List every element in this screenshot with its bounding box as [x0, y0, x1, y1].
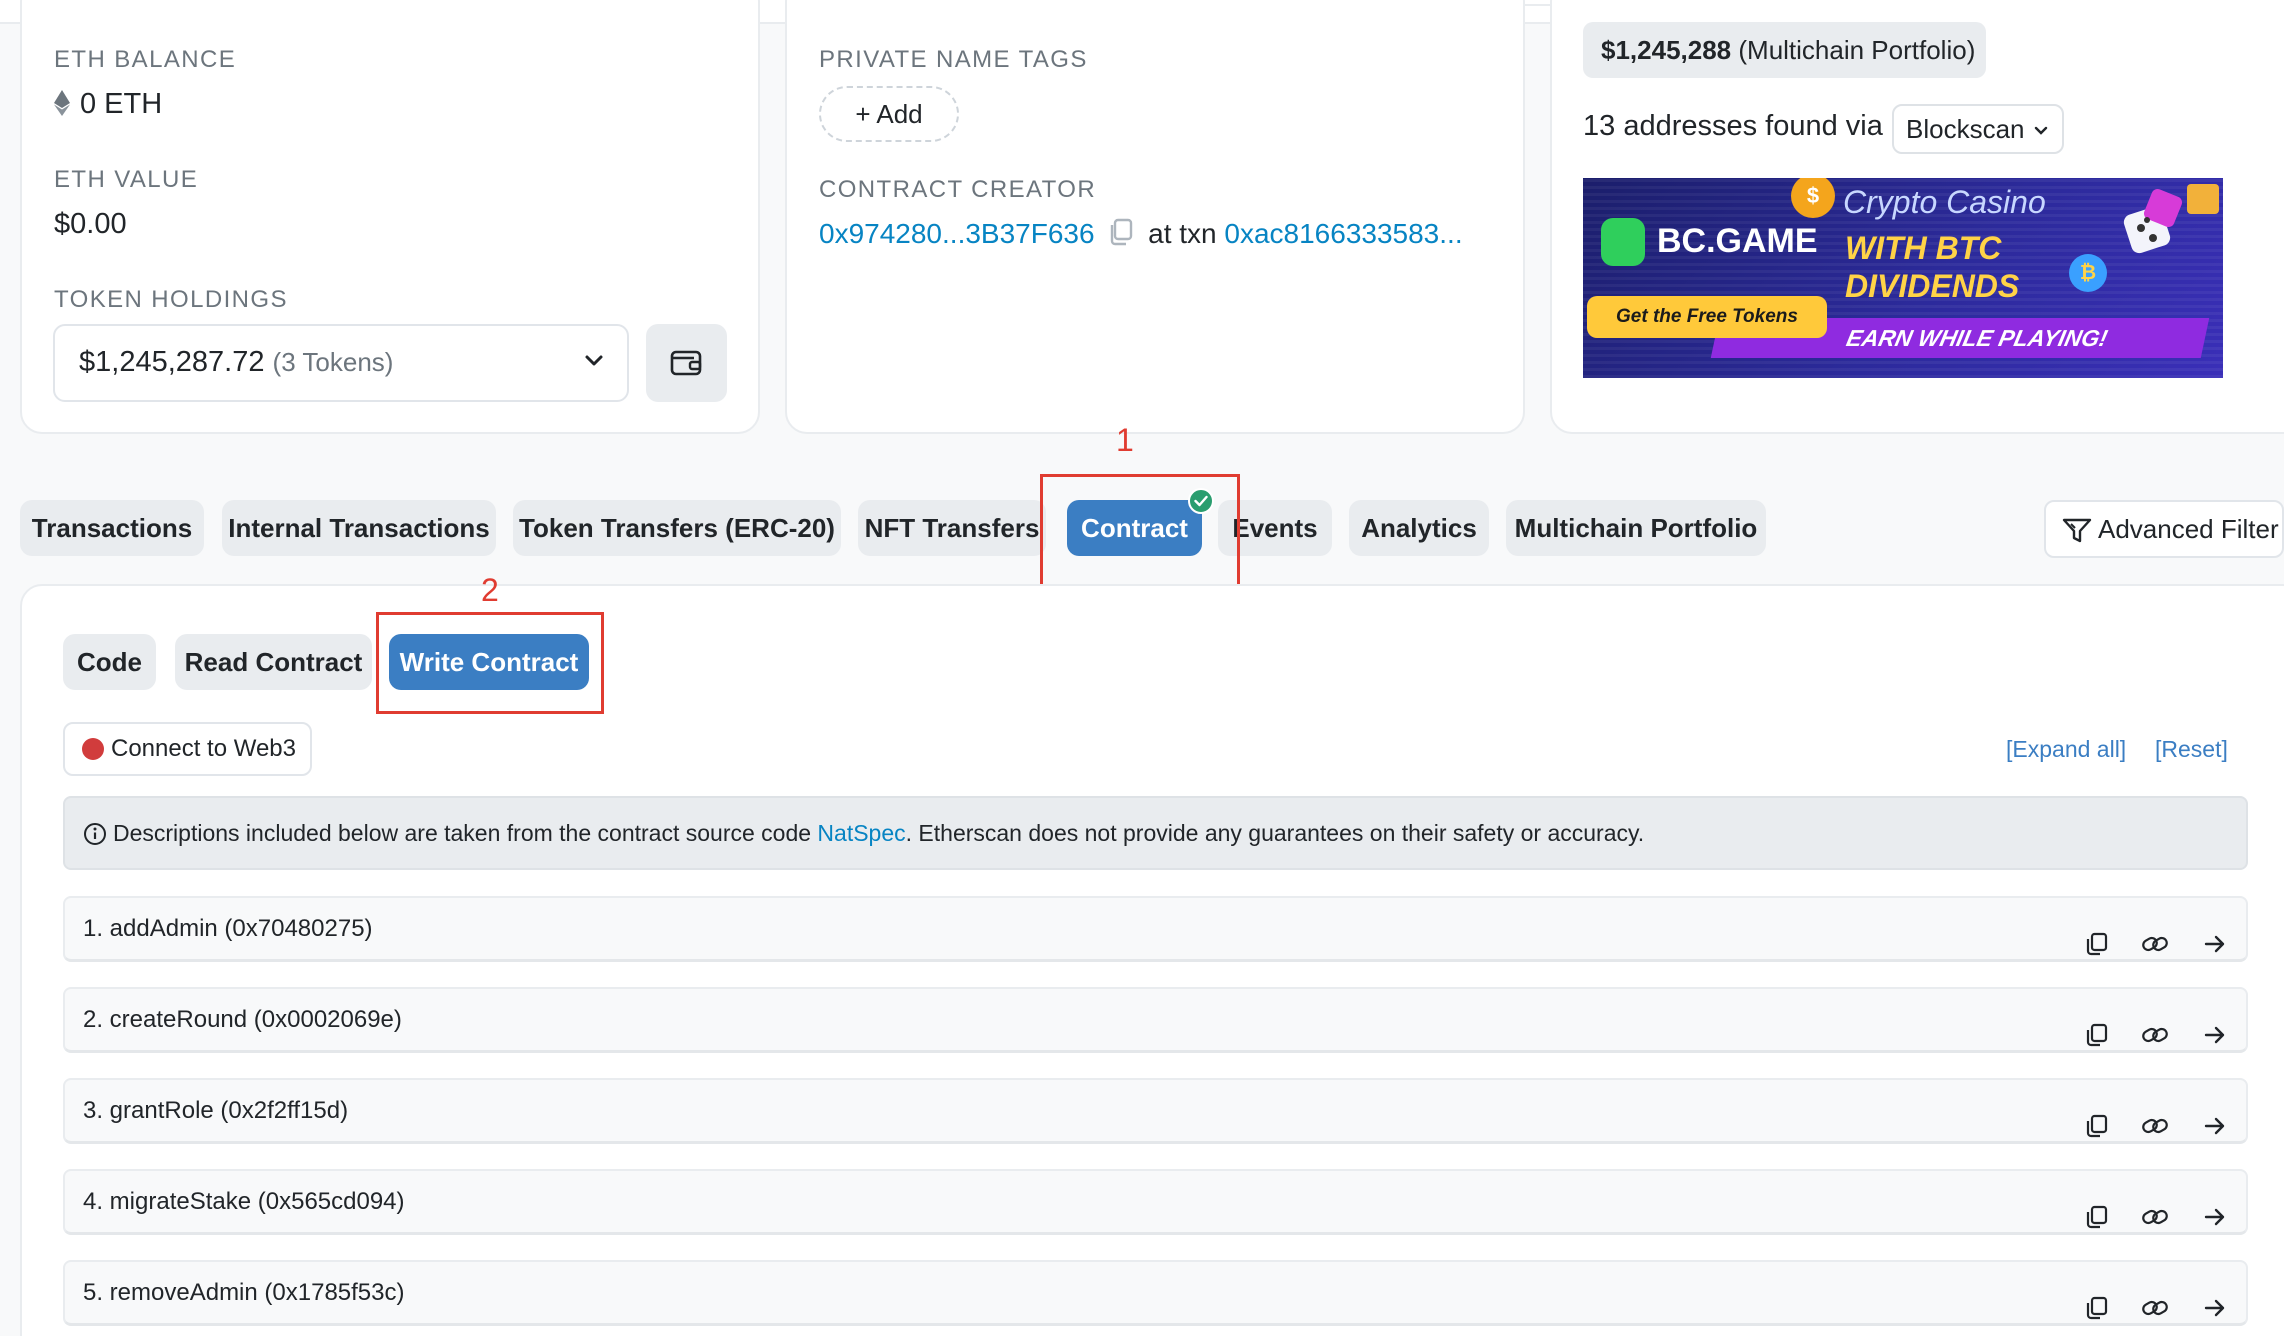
tab-transactions[interactable]: Transactions [20, 500, 204, 556]
copy-icon[interactable] [2085, 1009, 2109, 1071]
function-label: 1. addAdmin (0x70480275) [83, 915, 373, 942]
function-row[interactable]: 4. migrateStake (0x565cd094) [63, 1169, 2248, 1235]
annotation-box-write-contract [376, 612, 604, 714]
addresses-found-text: 13 addresses found via [1583, 110, 1883, 142]
chevron-down-icon [581, 348, 607, 379]
function-label: 2. createRound (0x0002069e) [83, 1006, 402, 1033]
token-holdings-label: TOKEN HOLDINGS [54, 286, 288, 313]
eth-balance-value: 0 ETH [80, 88, 163, 120]
arrow-right-icon[interactable] [2203, 1191, 2227, 1253]
creator-address-link[interactable]: 0x974280...3B37F636 [819, 218, 1095, 249]
bc-game-logo-icon [1601, 218, 1645, 266]
function-label: 5. removeAdmin (0x1785f53c) [83, 1279, 405, 1306]
link-icon[interactable] [2141, 1100, 2169, 1162]
natspec-notice: Descriptions included below are taken fr… [63, 796, 2248, 870]
function-label: 3. grantRole (0x2f2ff15d) [83, 1097, 349, 1124]
annotation-number-2: 2 [481, 572, 499, 608]
function-row[interactable]: 1. addAdmin (0x70480275) [63, 896, 2248, 962]
copy-icon[interactable] [2085, 1100, 2109, 1162]
function-row[interactable]: 5. removeAdmin (0x1785f53c) [63, 1260, 2248, 1326]
subtab-code[interactable]: Code [63, 634, 156, 690]
tab-analytics[interactable]: Analytics [1349, 500, 1489, 556]
arrow-right-icon[interactable] [2203, 918, 2227, 980]
ad-brand: BC.GAME [1657, 222, 1818, 260]
annotation-number-1: 1 [1116, 422, 1134, 458]
disconnected-status-dot-icon [82, 738, 104, 760]
connect-web3-button[interactable]: Connect to Web3 [63, 722, 312, 776]
arrow-right-icon[interactable] [2203, 1282, 2227, 1336]
token-holdings-value: $1,245,287.72 [79, 346, 265, 378]
notice-prefix: Descriptions included below are taken fr… [113, 820, 818, 846]
function-label: 4. migrateStake (0x565cd094) [83, 1188, 405, 1215]
creator-txn-link[interactable]: 0xac8166333583... [1224, 218, 1462, 249]
natspec-link[interactable]: NatSpec [817, 820, 905, 846]
mystery-box-icon [2187, 184, 2219, 214]
portfolio-amount: $1,245,288 [1601, 35, 1732, 65]
bc-game-ad-banner[interactable]: BC.GAME $ Crypto Casino WITH BTC DIVIDEN… [1583, 178, 2223, 378]
arrow-right-icon[interactable] [2203, 1009, 2227, 1071]
tab-multichain-portfolio[interactable]: Multichain Portfolio [1506, 500, 1766, 556]
copy-icon[interactable] [2085, 918, 2109, 980]
link-icon[interactable] [2141, 1191, 2169, 1253]
advanced-filter-label: Advanced Filter [2098, 514, 2279, 544]
link-icon[interactable] [2141, 1009, 2169, 1071]
annotation-box-contract [1040, 474, 1240, 588]
bitcoin-coin-icon: ₿ [2069, 254, 2107, 292]
tab-internal-transactions[interactable]: Internal Transactions [222, 500, 496, 556]
connect-web3-label: Connect to Web3 [111, 735, 297, 762]
eth-value-label: ETH VALUE [54, 166, 199, 193]
plus-icon: + [855, 99, 871, 129]
expand-all-link[interactable]: [Expand all] [2006, 736, 2126, 763]
address-source-select[interactable]: Blockscan [1892, 104, 2064, 154]
ethereum-icon [54, 90, 70, 121]
ad-cta: Get the Free Tokens [1587, 296, 1827, 338]
eth-value-value: $0.00 [54, 208, 127, 240]
function-row[interactable]: 2. createRound (0x0002069e) [63, 987, 2248, 1053]
portfolio-suffix: (Multichain Portfolio) [1738, 35, 1976, 65]
address-source-value: Blockscan [1906, 114, 2025, 144]
dice-icon [2119, 184, 2189, 270]
token-holdings-count: (3 Tokens) [272, 347, 394, 377]
arrow-right-icon[interactable] [2203, 1100, 2227, 1162]
copy-icon[interactable] [2085, 1282, 2109, 1336]
token-holdings-dropdown[interactable]: $1,245,287.72 (3 Tokens) [53, 324, 629, 402]
at-txn-text: at txn [1148, 218, 1217, 249]
multichain-portfolio-badge[interactable]: $1,245,288 (Multichain Portfolio) [1583, 22, 1986, 78]
function-row[interactable]: 3. grantRole (0x2f2ff15d) [63, 1078, 2248, 1144]
contract-creator-label: CONTRACT CREATOR [819, 176, 1097, 203]
wallet-button[interactable] [646, 324, 727, 402]
advanced-filter-button[interactable]: Advanced Filter [2044, 500, 2284, 558]
link-icon[interactable] [2141, 1282, 2169, 1336]
ad-line2: WITH BTC [1845, 230, 2002, 266]
ad-line1: Crypto Casino [1843, 184, 2046, 220]
copy-icon[interactable] [2085, 1191, 2109, 1253]
copy-icon[interactable] [1108, 218, 1134, 253]
contract-creator-line: 0x974280...3B37F636 at txn 0xac816633358… [819, 218, 1463, 253]
add-label: Add [876, 99, 923, 129]
notice-suffix: . Etherscan does not provide any guarant… [905, 820, 1645, 846]
private-name-tags-label: PRIVATE NAME TAGS [819, 46, 1088, 73]
link-icon[interactable] [2141, 918, 2169, 980]
tab-token-transfers[interactable]: Token Transfers (ERC-20) [513, 500, 841, 556]
eth-balance-label: ETH BALANCE [54, 46, 237, 73]
ad-line3: DIVIDENDS [1845, 268, 2020, 304]
tab-nft-transfers[interactable]: NFT Transfers [858, 500, 1046, 556]
add-name-tag-button[interactable]: + Add [819, 86, 959, 142]
subtab-read-contract[interactable]: Read Contract [175, 634, 372, 690]
reset-link[interactable]: [Reset] [2155, 736, 2228, 763]
